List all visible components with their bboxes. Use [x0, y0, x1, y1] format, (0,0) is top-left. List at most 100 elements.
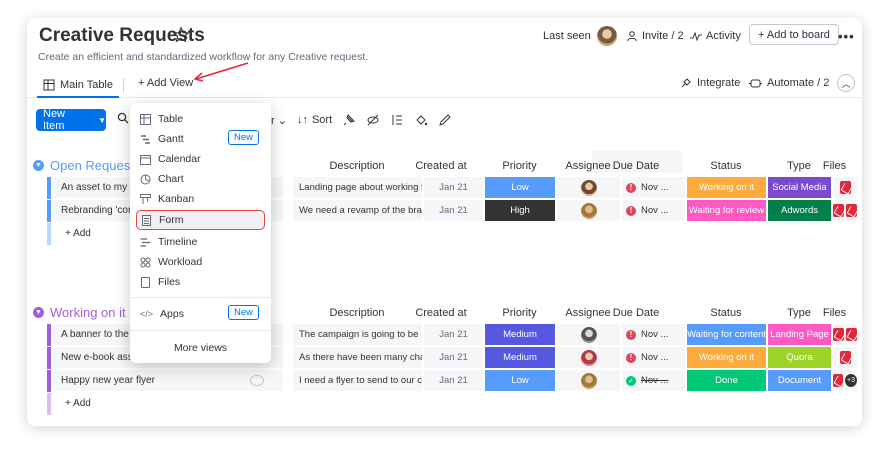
assignee-cell[interactable] [556, 347, 620, 369]
status-cell[interactable]: Waiting for review [686, 200, 766, 222]
sort-label: Sort [311, 114, 333, 126]
pdf-icon[interactable] [839, 351, 851, 364]
files-cell[interactable]: +3 [832, 370, 857, 392]
priority-cell[interactable]: Medium [484, 324, 555, 346]
search-icon[interactable] [117, 112, 129, 124]
files-cell[interactable] [832, 347, 857, 369]
column-header-description[interactable]: Description [292, 160, 422, 172]
pin-icon[interactable] [342, 113, 356, 127]
type-cell[interactable]: Landing Page [767, 324, 831, 346]
filter-button-fragment[interactable]: r ⌄ [271, 114, 287, 127]
new-item-button[interactable]: New Item ▼ [36, 108, 106, 132]
chevron-down-icon[interactable]: ▼ [33, 160, 44, 171]
pdf-icon[interactable] [839, 181, 851, 194]
description-cell[interactable]: I need a flyer to send to our c... [292, 370, 422, 392]
status-cell[interactable]: Done [686, 370, 766, 392]
activity-button[interactable]: Activity [690, 25, 741, 47]
edit-icon[interactable] [438, 113, 452, 127]
priority-cell[interactable]: Low [484, 177, 555, 199]
more-views-button[interactable]: More views [130, 342, 271, 354]
menu-item-chart[interactable]: Chart [136, 169, 265, 189]
menu-item-files[interactable]: Files [136, 272, 265, 292]
column-header-description[interactable]: Description [292, 307, 422, 319]
due-date-cell[interactable]: ! Nov ... [621, 177, 685, 199]
status-cell[interactable]: Working on it [686, 177, 766, 199]
integrate-button[interactable]: Integrate [680, 77, 740, 89]
menu-item-table[interactable]: Table [136, 109, 265, 129]
due-date-value: Nov ... [641, 182, 669, 193]
menu-item-calendar[interactable]: Calendar [136, 149, 265, 169]
column-header-created-at[interactable]: Created at [411, 307, 471, 319]
add-item-label[interactable]: + Add [65, 228, 91, 239]
pdf-icon[interactable] [833, 328, 844, 341]
color-fill-icon[interactable] [414, 113, 428, 127]
assignee-cell[interactable] [556, 200, 620, 222]
hide-icon[interactable] [366, 113, 380, 127]
pdf-icon[interactable] [846, 328, 857, 341]
description-cell[interactable]: The campaign is going to be ... [292, 324, 422, 346]
type-cell[interactable]: Document [767, 370, 831, 392]
column-header-files[interactable]: Files [822, 160, 847, 172]
description-cell[interactable]: As there have been many cha... [292, 347, 422, 369]
type-cell[interactable]: Quora [767, 347, 831, 369]
more-options-button[interactable]: ••• [838, 25, 855, 47]
sort-button[interactable]: ↓↑ Sort [297, 114, 332, 126]
files-cell[interactable] [832, 177, 857, 199]
column-header-priority[interactable]: Priority [484, 307, 555, 319]
more-files-badge[interactable]: +3 [845, 374, 857, 387]
due-date-cell[interactable]: ✓ Nov ... [621, 370, 685, 392]
add-item-label[interactable]: + Add [65, 398, 91, 409]
collapse-header-button[interactable]: ︿ [837, 74, 855, 92]
assignee-cell[interactable] [556, 177, 620, 199]
column-header-due-date[interactable]: Due Date [604, 307, 668, 319]
files-cell[interactable] [832, 324, 857, 346]
pdf-icon[interactable] [846, 204, 857, 217]
column-header-created-at[interactable]: Created at [411, 160, 471, 172]
table-row[interactable]: Happy new year flyer I need a flyer to s… [47, 370, 857, 392]
row-height-icon[interactable] [390, 113, 404, 127]
type-cell[interactable]: Adwords [767, 200, 831, 222]
item-name[interactable]: Happy new year flyer [53, 370, 283, 392]
menu-item-workload[interactable]: Workload [136, 252, 265, 272]
due-date-value: Nov ... [641, 352, 669, 363]
column-header-status[interactable]: Status [686, 160, 766, 172]
tab-main-table[interactable]: Main Table [37, 73, 119, 98]
files-cell[interactable] [832, 200, 857, 222]
description-cell[interactable]: Landing page about working f... [292, 177, 422, 199]
column-header-status[interactable]: Status [686, 307, 766, 319]
due-date-cell[interactable]: ! Nov ... [621, 324, 685, 346]
chevron-down-icon[interactable]: ▼ [33, 307, 44, 318]
last-seen[interactable]: Last seen [543, 25, 617, 47]
star-icon[interactable] [172, 26, 190, 44]
priority-cell[interactable]: Low [484, 370, 555, 392]
status-cell[interactable]: Working on it [686, 347, 766, 369]
menu-item-kanban[interactable]: Kanban [136, 189, 265, 209]
column-header-priority[interactable]: Priority [484, 160, 555, 172]
menu-item-gantt[interactable]: Gantt New [136, 129, 265, 149]
description-cell[interactable]: We need a revamp of the bran... [292, 200, 422, 222]
add-to-board-button[interactable]: + Add to board [749, 24, 839, 45]
menu-item-timeline[interactable]: Timeline [136, 232, 265, 252]
column-header-files[interactable]: Files [822, 307, 847, 319]
due-date-cell[interactable]: ! Nov ... [621, 347, 685, 369]
comment-icon[interactable] [250, 375, 264, 386]
add-item-row[interactable]: + Add [47, 393, 857, 415]
add-view-button[interactable]: + Add View [138, 77, 193, 89]
priority-cell[interactable]: High [484, 200, 555, 222]
pdf-icon[interactable] [833, 374, 844, 387]
invite-button[interactable]: Invite / 2 [626, 25, 684, 47]
column-header-due-date[interactable]: Due Date [604, 160, 668, 172]
group-title-working-on-it[interactable]: ▼ Working on it [33, 305, 126, 320]
priority-cell[interactable]: Medium [484, 347, 555, 369]
pdf-icon[interactable] [833, 204, 844, 217]
assignee-cell[interactable] [556, 324, 620, 346]
group-title-open-requests[interactable]: ▼ Open Requests [33, 158, 140, 173]
status-cell[interactable]: Waiting for content [686, 324, 766, 346]
due-date-cell[interactable]: ! Nov ... [621, 200, 685, 222]
menu-item-form[interactable]: Form [136, 210, 265, 230]
type-cell[interactable]: Social Media [767, 177, 831, 199]
menu-item-apps[interactable]: </> Apps New [136, 304, 265, 324]
chevron-down-icon[interactable]: ▼ [98, 116, 106, 125]
automate-button[interactable]: Automate / 2 [749, 77, 829, 89]
assignee-cell[interactable] [556, 370, 620, 392]
